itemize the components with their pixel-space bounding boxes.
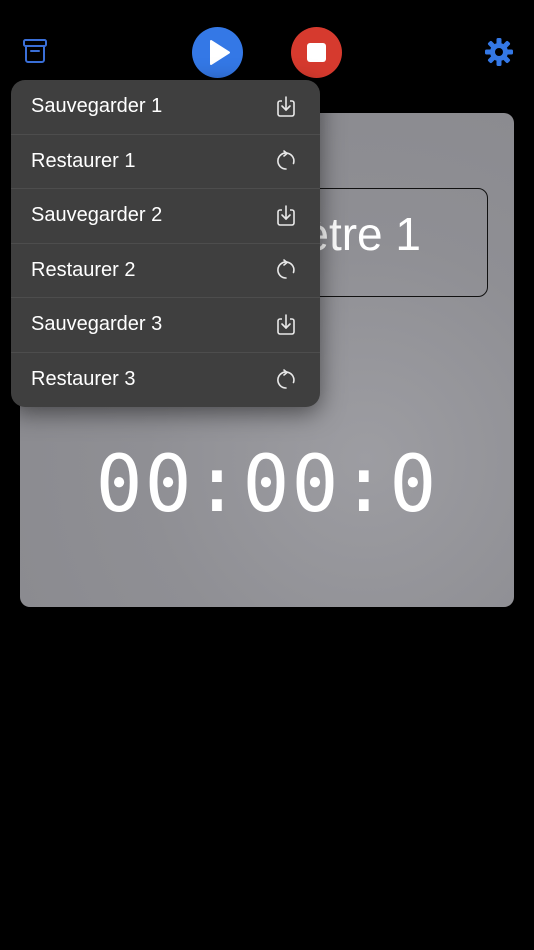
timer-display: 00:00:0 <box>95 440 439 530</box>
menu-item-label: Sauvegarder 2 <box>31 204 163 227</box>
menu-item-label: Sauvegarder 3 <box>31 313 163 336</box>
save-icon <box>277 95 295 117</box>
menu-item-label: Restaurer 1 <box>31 149 136 172</box>
timer-name-text: ètre 1 <box>303 208 421 260</box>
menu-item-save-1[interactable]: Sauvegarder 1 <box>11 80 320 135</box>
menu-item-label: Sauvegarder 1 <box>31 95 163 118</box>
play-button[interactable] <box>192 27 243 78</box>
stop-button[interactable] <box>291 27 342 78</box>
menu-item-restore-2[interactable]: Restaurer 2 <box>11 244 320 298</box>
menu-item-restore-3[interactable]: Restaurer 3 <box>11 353 320 408</box>
stop-icon <box>307 43 326 62</box>
menu-item-label: Restaurer 3 <box>31 368 136 391</box>
save-icon <box>277 313 295 335</box>
play-icon <box>210 40 230 65</box>
restore-icon <box>277 368 295 389</box>
save-restore-menu: Sauvegarder 1 Restaurer 1 Sauvegarder 2 … <box>11 80 320 407</box>
menu-item-label: Restaurer 2 <box>31 258 136 281</box>
menu-item-save-3[interactable]: Sauvegarder 3 <box>11 298 320 353</box>
save-icon <box>277 204 295 226</box>
menu-item-restore-1[interactable]: Restaurer 1 <box>11 135 320 189</box>
archive-button[interactable] <box>20 36 52 66</box>
archive-box-icon <box>23 39 47 63</box>
restore-icon <box>277 150 295 171</box>
gear-icon <box>485 38 513 66</box>
settings-button[interactable] <box>483 36 515 68</box>
restore-icon <box>277 259 295 280</box>
menu-item-save-2[interactable]: Sauvegarder 2 <box>11 189 320 244</box>
